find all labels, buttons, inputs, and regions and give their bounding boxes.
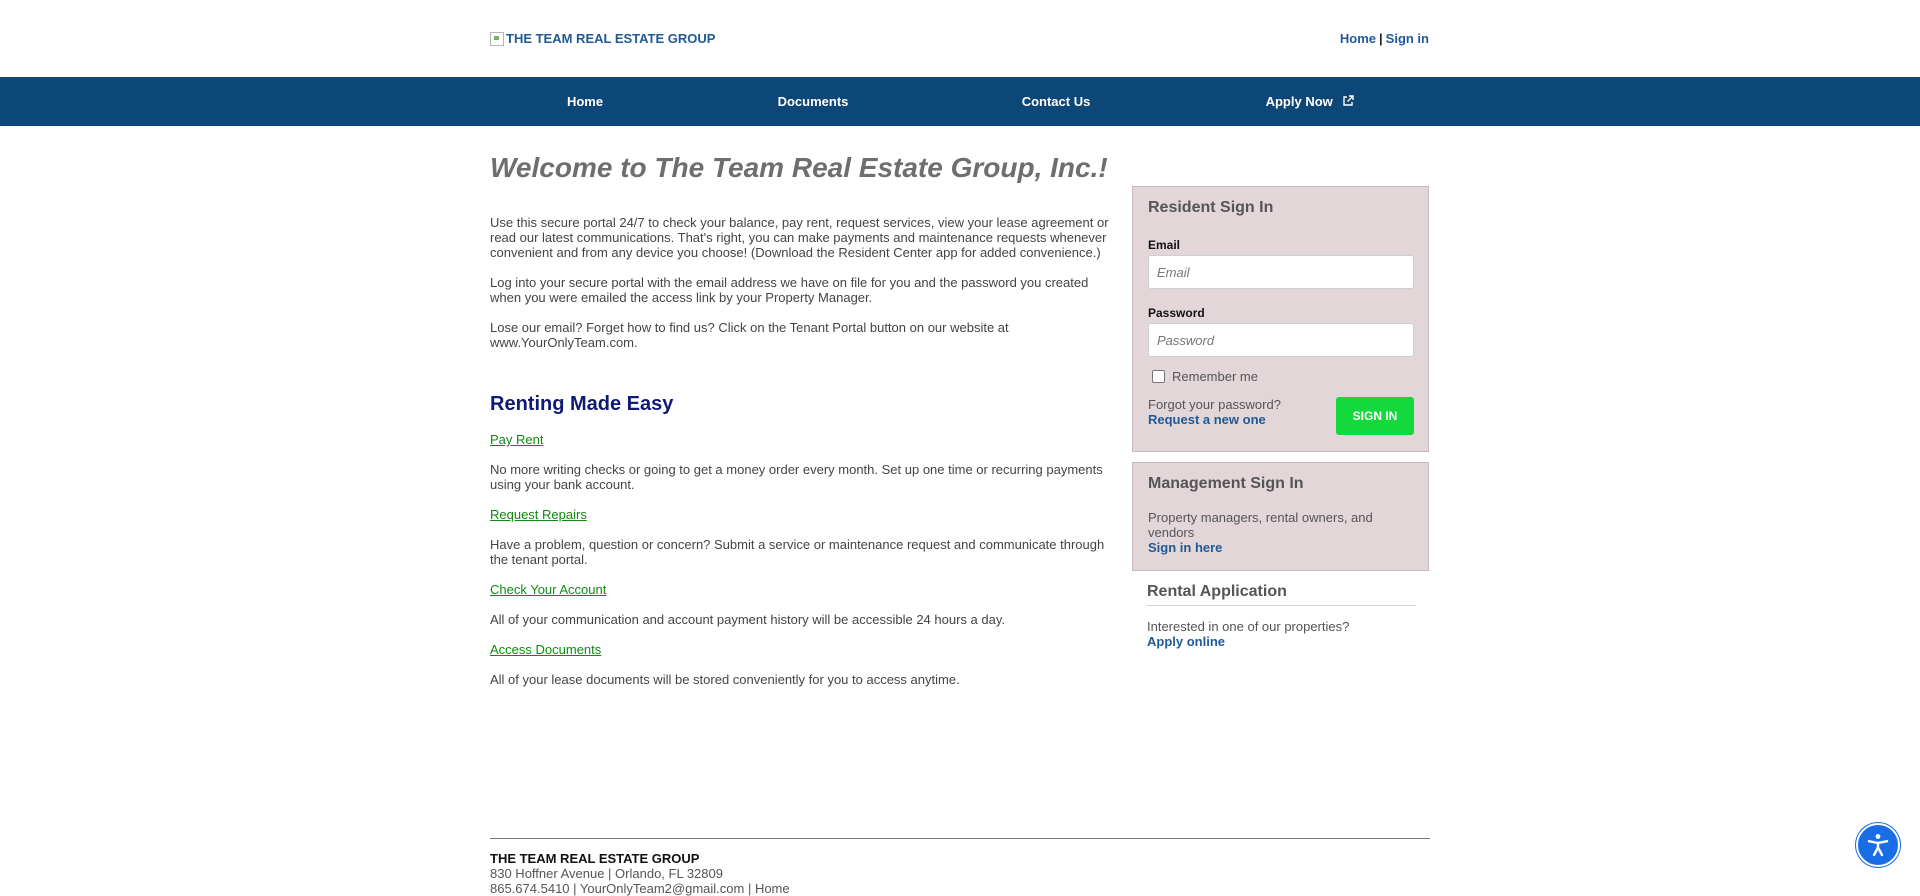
intro-paragraph: Lose our email? Forget how to find us? C… xyxy=(490,320,1009,350)
pay-rent-link[interactable]: Pay Rent xyxy=(490,432,1116,447)
top-header: THE TEAM REAL ESTATE GROUP Home | Sign in xyxy=(0,0,1920,77)
welcome-title: Welcome to The Team Real Estate Group, I… xyxy=(490,152,1108,183)
broken-image-icon xyxy=(490,31,504,46)
footer-address: 830 Hoffner Avenue | Orlando, FL 32809 xyxy=(490,866,723,881)
feature-description: Have a problem, question or concern? Sub… xyxy=(490,537,1105,567)
intro-paragraph: Log into your secure portal with the ema… xyxy=(490,275,1089,305)
nav-item-contact-us[interactable]: Contact Us xyxy=(1006,77,1106,126)
logo-alt-text: THE TEAM REAL ESTATE GROUP xyxy=(506,31,716,46)
management-signin-link[interactable]: Sign in here xyxy=(1148,540,1222,555)
nav-item-label: Contact Us xyxy=(1021,94,1091,109)
nav-item-label: Apply Now xyxy=(1265,94,1333,109)
remember-me[interactable]: Remember me xyxy=(1152,369,1258,384)
request-new-password-link[interactable]: Request a new one xyxy=(1148,412,1266,427)
password-input[interactable] xyxy=(1148,323,1414,357)
feature-description: All of your communication and account pa… xyxy=(490,612,1005,627)
email-label: Email xyxy=(1148,238,1181,252)
rental-application-title: Rental Application xyxy=(1147,583,1416,606)
external-link-icon xyxy=(1342,78,1355,127)
footer-contact[interactable]: 865.674.5410 | YourOnlyTeam2@gmail.com |… xyxy=(490,881,790,896)
nav-item-apply-now[interactable]: Apply Now xyxy=(1250,77,1370,126)
resident-signin-title: Resident Sign In xyxy=(1148,199,1274,216)
header-signin-link[interactable]: Sign in xyxy=(1386,31,1429,46)
feature-list: Pay Rent No more writing checks or going… xyxy=(490,432,1116,702)
renting-made-easy-title: Renting Made Easy xyxy=(490,393,674,415)
nav-item-home[interactable]: Home xyxy=(540,77,630,126)
accessibility-icon xyxy=(1867,834,1889,857)
intro-text: Use this secure portal 24/7 to check you… xyxy=(490,215,1116,365)
remember-me-checkbox[interactable] xyxy=(1152,370,1165,383)
rental-application-text: Interested in one of our properties? xyxy=(1147,619,1350,634)
footer: THE TEAM REAL ESTATE GROUP 830 Hoffner A… xyxy=(490,851,790,896)
apply-online-link[interactable]: Apply online xyxy=(1147,634,1416,649)
management-signin-title: Management Sign In xyxy=(1148,475,1304,492)
nav-item-label: Documents xyxy=(777,94,849,109)
forgot-password-text: Forgot your password? xyxy=(1148,397,1281,412)
main-navigation: Home Documents Contact Us Apply Now xyxy=(0,77,1920,126)
company-logo[interactable]: THE TEAM REAL ESTATE GROUP xyxy=(490,31,715,46)
access-documents-link[interactable]: Access Documents xyxy=(490,642,1116,657)
header-link-separator: | xyxy=(1379,31,1383,46)
feature-description: All of your lease documents will be stor… xyxy=(490,672,960,687)
header-links: Home | Sign in xyxy=(1340,31,1429,46)
remember-me-label: Remember me xyxy=(1172,369,1258,384)
footer-company-name: THE TEAM REAL ESTATE GROUP xyxy=(490,851,700,866)
email-input[interactable] xyxy=(1148,255,1414,289)
footer-divider xyxy=(490,838,1430,839)
password-label: Password xyxy=(1148,306,1205,320)
check-your-account-link[interactable]: Check Your Account xyxy=(490,582,1116,597)
accessibility-button[interactable] xyxy=(1856,823,1900,867)
rental-application-section: Rental Application Interested in one of … xyxy=(1147,583,1416,649)
intro-paragraph: Use this secure portal 24/7 to check you… xyxy=(490,215,1109,260)
resident-signin-panel: Resident Sign In Email Password Remember… xyxy=(1132,186,1429,452)
sign-in-button[interactable]: SIGN IN xyxy=(1336,397,1414,435)
request-repairs-link[interactable]: Request Repairs xyxy=(490,507,1116,522)
nav-item-documents[interactable]: Documents xyxy=(763,77,863,126)
management-signin-text: Property managers, rental owners, and ve… xyxy=(1148,510,1373,540)
management-signin-panel: Management Sign In Property managers, re… xyxy=(1132,462,1429,571)
header-home-link[interactable]: Home xyxy=(1340,31,1376,46)
feature-description: No more writing checks or going to get a… xyxy=(490,462,1103,492)
nav-item-label: Home xyxy=(566,94,604,109)
